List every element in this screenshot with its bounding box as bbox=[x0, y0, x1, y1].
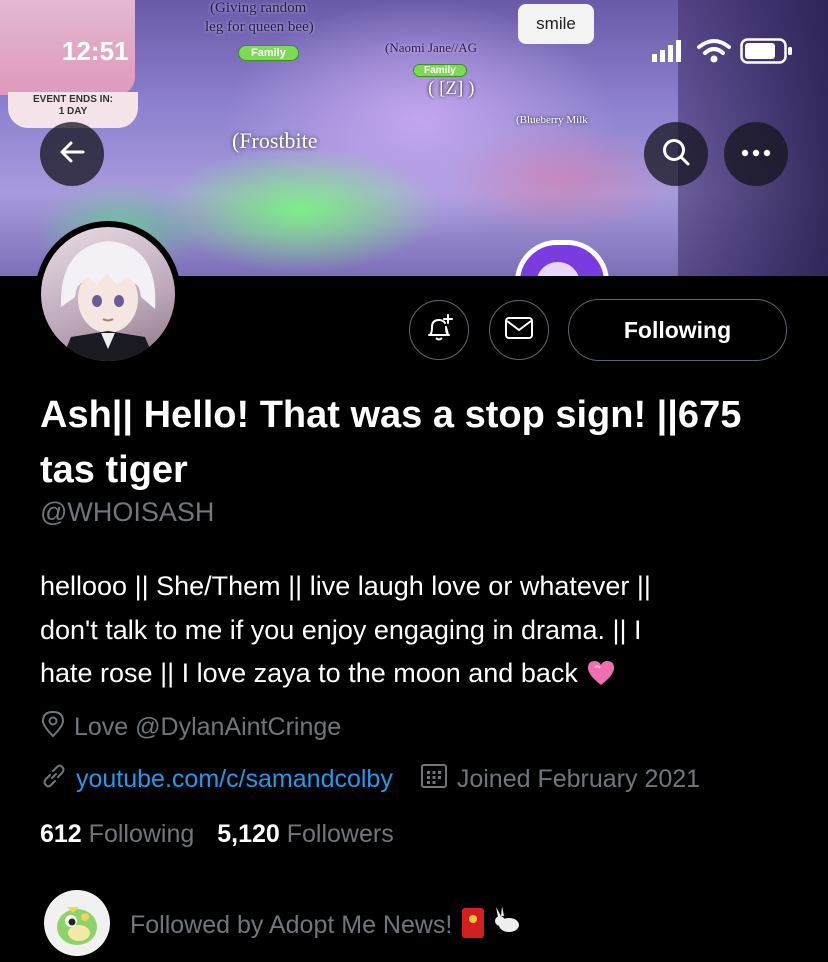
handle: @WHOISASH bbox=[40, 497, 215, 527]
followers-stat[interactable]: 5,120 Followers bbox=[217, 820, 394, 848]
following-stat[interactable]: 612 Following bbox=[40, 820, 194, 848]
calendar-icon bbox=[419, 762, 457, 797]
banner-tag-z: ( [Z] ) bbox=[428, 78, 475, 99]
banner-tag-frostbite: (Frostbite bbox=[232, 128, 318, 153]
followers-label: Followers bbox=[286, 820, 394, 848]
banner-tag-naomi: (Naomi Jane//AG bbox=[385, 40, 478, 55]
banner-family-label: Family bbox=[238, 45, 299, 61]
notify-button[interactable] bbox=[409, 300, 469, 360]
location-text: Love @DylanAintCringe bbox=[74, 713, 342, 741]
bio-line: don't talk to me if you enjoy engaging i… bbox=[40, 614, 642, 645]
status-time: 12:51 bbox=[62, 36, 129, 66]
avatar[interactable] bbox=[35, 221, 181, 367]
link-row: youtube.com/c/samandcolby Joined Februar… bbox=[40, 762, 700, 797]
joined-date: Joined February 2021 bbox=[456, 765, 701, 793]
banner-tag-giving-2: leg for queen bee) bbox=[205, 19, 314, 35]
event-label: EVENT ENDS IN: bbox=[32, 94, 113, 105]
bio-line-text: hate rose || I love zaya to the moon and… bbox=[40, 658, 578, 688]
event-time: 1 DAY bbox=[58, 106, 88, 117]
search-button[interactable] bbox=[644, 122, 708, 186]
followed-by-row[interactable]: Followed by Adopt Me News! bbox=[44, 890, 522, 956]
bio-line: hate rose || I love zaya to the moon and… bbox=[40, 652, 800, 696]
followed-by-label: Followed by Adopt Me News! bbox=[130, 910, 453, 939]
pink-heart-icon bbox=[586, 657, 616, 685]
red-envelope-icon bbox=[462, 907, 485, 938]
followers-count: 5,120 bbox=[217, 820, 280, 848]
following-count: 612 bbox=[40, 820, 82, 848]
signal-icon bbox=[652, 40, 684, 67]
chat-bubble: smile bbox=[518, 4, 594, 44]
more-button[interactable] bbox=[724, 122, 788, 186]
banner-family-label: Family bbox=[413, 64, 467, 77]
location-pin-icon bbox=[40, 710, 74, 745]
following-button[interactable]: Following bbox=[568, 299, 787, 361]
rabbit-icon bbox=[492, 905, 522, 942]
following-label: Following bbox=[88, 820, 195, 848]
followed-by-avatar bbox=[44, 890, 110, 956]
bio-line: hellooo || She/Them || live laugh love o… bbox=[40, 571, 651, 601]
arrow-left-icon bbox=[57, 137, 87, 172]
search-icon bbox=[660, 136, 692, 173]
message-button[interactable] bbox=[489, 300, 549, 360]
more-horizontal-icon bbox=[740, 145, 772, 163]
banner-tag-giving-1: (Giving random bbox=[210, 0, 307, 16]
bio: hellooo || She/Them || live laugh love o… bbox=[40, 565, 800, 696]
envelope-icon bbox=[504, 316, 534, 345]
website-link[interactable]: youtube.com/c/samandcolby bbox=[76, 765, 393, 794]
banner-tag-blueberry: (Blueberry Milk bbox=[516, 114, 588, 126]
link-icon bbox=[40, 762, 76, 797]
back-button[interactable] bbox=[40, 122, 104, 186]
display-name: Ash|| Hello! That was a stop sign! ||675… bbox=[40, 394, 742, 491]
location-row: Love @DylanAintCringe bbox=[40, 710, 341, 745]
battery-icon bbox=[740, 38, 794, 69]
followed-by-text: Followed by Adopt Me News! bbox=[130, 905, 522, 942]
bell-plus-icon bbox=[424, 313, 454, 348]
avatar-image bbox=[41, 227, 175, 361]
wifi-icon bbox=[697, 38, 731, 69]
follow-counts: 612 Following 5,120 Followers bbox=[40, 820, 394, 849]
